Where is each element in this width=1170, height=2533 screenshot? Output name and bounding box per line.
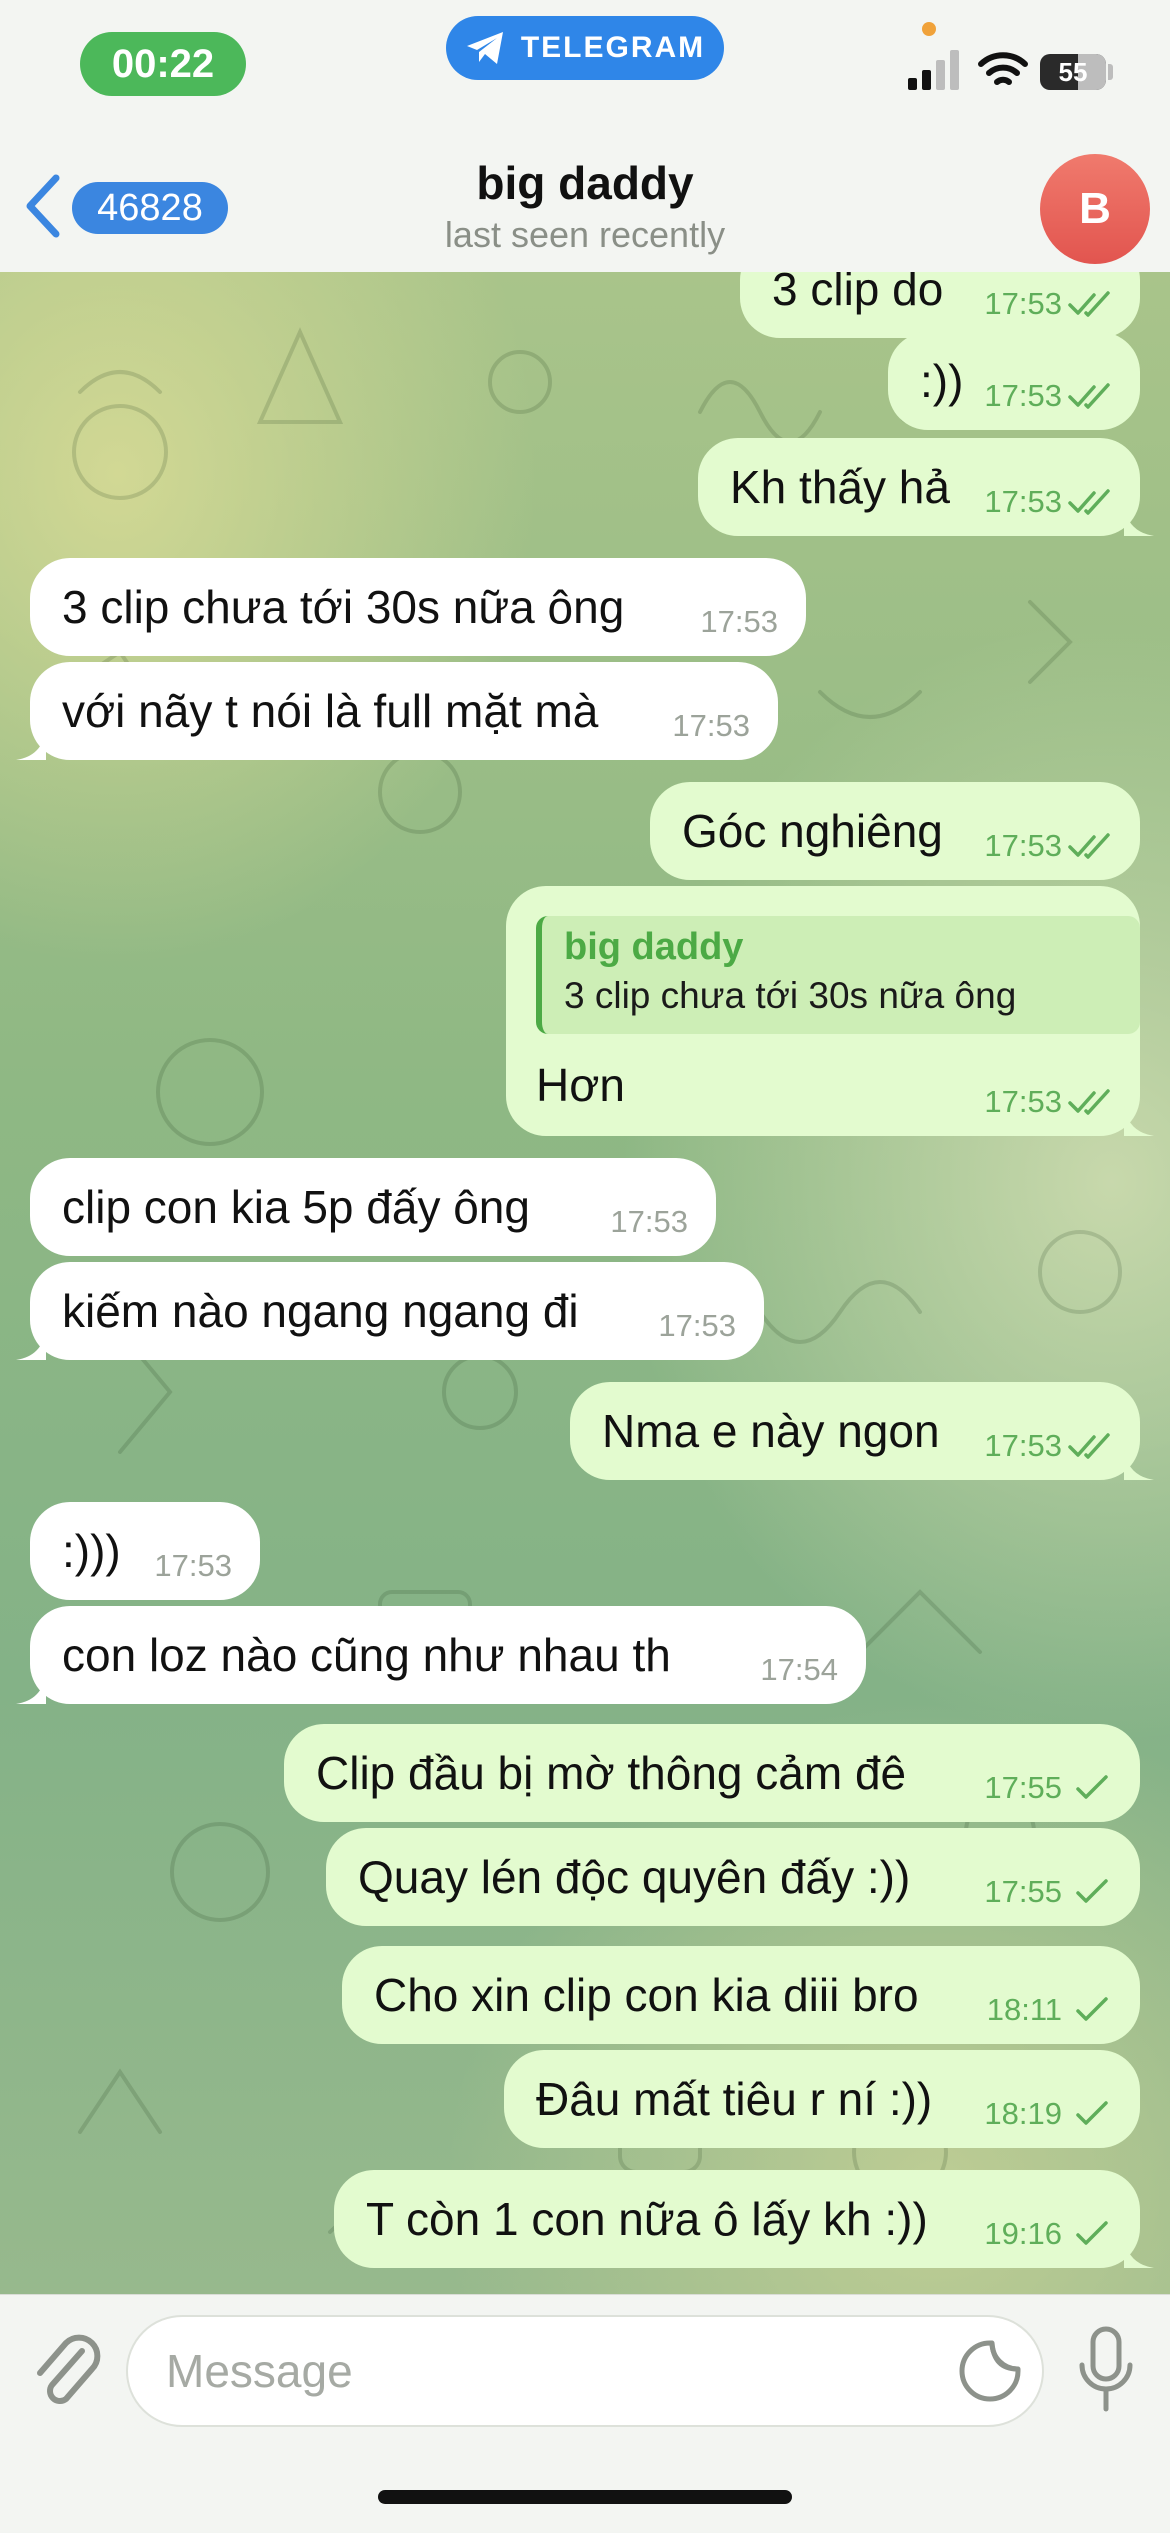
message-bubble-outgoing-reply[interactable]: big daddy 3 clip chưa tới 30s nữa ông Hơ… — [506, 886, 1154, 1136]
message-bubble-outgoing[interactable]: Clip đầu bị mờ thông cảm đê 17:55 — [284, 1724, 1140, 1822]
message-time: 17:53 — [700, 604, 778, 639]
bubble-tail — [1124, 506, 1154, 536]
message-bubble-outgoing[interactable]: Góc nghiêng 17:53 — [650, 782, 1140, 880]
message-time: 17:55 — [984, 1874, 1062, 1909]
message-text: :))) — [62, 1525, 121, 1577]
paperclip-icon[interactable] — [30, 2329, 102, 2411]
avatar[interactable]: B — [1040, 154, 1150, 264]
single-check-icon — [1076, 1775, 1108, 1799]
wifi-icon — [978, 52, 1028, 85]
message-time: 17:54 — [760, 1652, 838, 1687]
message-text: Kh thấy hả — [730, 461, 950, 513]
bubble-tail — [16, 730, 46, 760]
message-text: kiếm nào ngang ngang đi — [62, 1285, 579, 1337]
message-text: clip con kia 5p đấy ông — [62, 1181, 530, 1233]
chat-background: 3 clip do 17:53 :)) 17:53 Kh thấy hả 17:… — [0, 272, 1170, 2294]
message-time: 17:53 — [984, 828, 1062, 863]
message-bubble-outgoing[interactable]: Quay lén độc quyên đấy :)) 17:55 — [326, 1828, 1140, 1926]
message-bubble-incoming[interactable]: với nãy t nói là full mặt mà 17:53 — [16, 662, 778, 760]
message-text: :)) — [920, 355, 964, 407]
message-text: Nma e này ngon — [602, 1405, 940, 1457]
message-time: 17:53 — [658, 1308, 736, 1343]
message-text: Đâu mất tiêu r ní :)) — [536, 2073, 933, 2125]
message-time: 17:53 — [984, 286, 1062, 321]
message-list[interactable]: 3 clip do 17:53 :)) 17:53 Kh thấy hả 17:… — [0, 272, 1170, 2294]
reply-quote-text: 3 clip chưa tới 30s nữa ông — [564, 975, 1017, 1016]
message-bubble-outgoing[interactable]: Kh thấy hả 17:53 — [698, 438, 1154, 536]
message-bubble-incoming[interactable]: kiếm nào ngang ngang đi 17:53 — [16, 1262, 764, 1360]
message-bubble-outgoing[interactable]: Nma e này ngon 17:53 — [570, 1382, 1154, 1480]
status-time[interactable]: 00:22 — [80, 32, 246, 96]
message-time: 17:53 — [154, 1548, 232, 1583]
message-time: 17:53 — [984, 378, 1062, 413]
message-text: con loz nào cũng như nhau th — [62, 1629, 671, 1681]
message-bubble-outgoing[interactable]: Cho xin clip con kia diii bro 18:11 — [342, 1946, 1140, 2044]
message-time: 19:16 — [984, 2216, 1062, 2251]
message-text: 3 clip do — [772, 272, 944, 315]
sticker-icon[interactable] — [958, 2339, 1022, 2403]
message-bubble-outgoing[interactable]: 3 clip do 17:53 — [740, 272, 1140, 338]
double-check-icon — [1068, 1433, 1110, 1459]
message-bubble-incoming[interactable]: clip con kia 5p đấy ông 17:53 — [30, 1158, 716, 1256]
battery-cap — [1108, 64, 1113, 80]
reply-quote-sender: big daddy — [564, 926, 744, 968]
message-text: với nãy t nói là full mặt mà — [62, 685, 599, 737]
single-check-icon — [1076, 2101, 1108, 2125]
message-text: 3 clip chưa tới 30s nữa ông — [62, 581, 625, 633]
message-time: 17:53 — [984, 484, 1062, 519]
message-time: 17:53 — [984, 1084, 1062, 1119]
bubble-tail — [1124, 1450, 1154, 1480]
battery-level: 55 — [1058, 56, 1088, 87]
microphone-icon[interactable] — [1076, 2325, 1136, 2415]
bubble-tail — [16, 1674, 46, 1704]
message-text: Quay lén độc quyên đấy :)) — [358, 1851, 911, 1903]
message-time: 17:53 — [610, 1204, 688, 1239]
telegram-plane-icon — [466, 32, 503, 64]
app-name: TELEGRAM — [520, 31, 706, 64]
bubble-tail — [1124, 2238, 1154, 2268]
reply-quote[interactable]: big daddy 3 clip chưa tới 30s nữa ông — [536, 916, 1140, 1034]
double-check-icon — [1068, 489, 1110, 515]
double-check-icon — [1068, 833, 1110, 859]
privacy-indicator-dot — [922, 22, 936, 36]
message-bubble-incoming[interactable]: :))) 17:53 — [30, 1502, 260, 1600]
return-to-app-pill[interactable]: TELEGRAM — [446, 16, 724, 80]
home-indicator[interactable] — [378, 2490, 792, 2504]
double-check-icon — [1068, 383, 1110, 409]
message-time: 17:55 — [984, 1770, 1062, 1805]
single-check-icon — [1076, 2221, 1108, 2245]
message-text: Cho xin clip con kia diii bro — [374, 1969, 919, 2021]
bubble-tail — [16, 1330, 46, 1360]
single-check-icon — [1076, 1879, 1108, 1903]
message-bubble-outgoing[interactable]: :)) 17:53 — [888, 332, 1140, 430]
message-text: T còn 1 con nữa ô lấy kh :)) — [366, 2193, 928, 2245]
double-check-icon — [1068, 1089, 1110, 1115]
cellular-signal-icon — [908, 50, 959, 90]
message-text: Hơn — [536, 1059, 625, 1111]
message-bubble-incoming[interactable]: 3 clip chưa tới 30s nữa ông 17:53 — [30, 558, 806, 656]
message-input[interactable] — [126, 2315, 1044, 2427]
chat-header: 46828 big daddy last seen recently B — [0, 130, 1170, 273]
chat-title[interactable]: big daddy — [0, 156, 1170, 210]
message-bubble-outgoing[interactable]: T còn 1 con nữa ô lấy kh :)) 19:16 — [334, 2170, 1154, 2268]
message-time: 18:11 — [986, 1992, 1062, 2027]
battery-icon: 55 — [1040, 54, 1106, 90]
message-time: 17:53 — [984, 1428, 1062, 1463]
status-bar: 00:22 TELEGRAM 55 — [0, 0, 1170, 130]
double-check-icon — [1068, 291, 1110, 317]
message-time: 17:53 — [672, 708, 750, 743]
message-text: Góc nghiêng — [682, 805, 943, 857]
bubble-tail — [1124, 1106, 1154, 1136]
chat-status: last seen recently — [444, 214, 726, 255]
message-bubble-incoming[interactable]: con loz nào cũng như nhau th 17:54 — [16, 1606, 866, 1704]
message-text: Clip đầu bị mờ thông cảm đê — [316, 1747, 907, 1799]
single-check-icon — [1076, 1997, 1108, 2021]
message-bubble-outgoing[interactable]: Đâu mất tiêu r ní :)) 18:19 — [504, 2050, 1140, 2148]
message-time: 18:19 — [984, 2096, 1062, 2131]
